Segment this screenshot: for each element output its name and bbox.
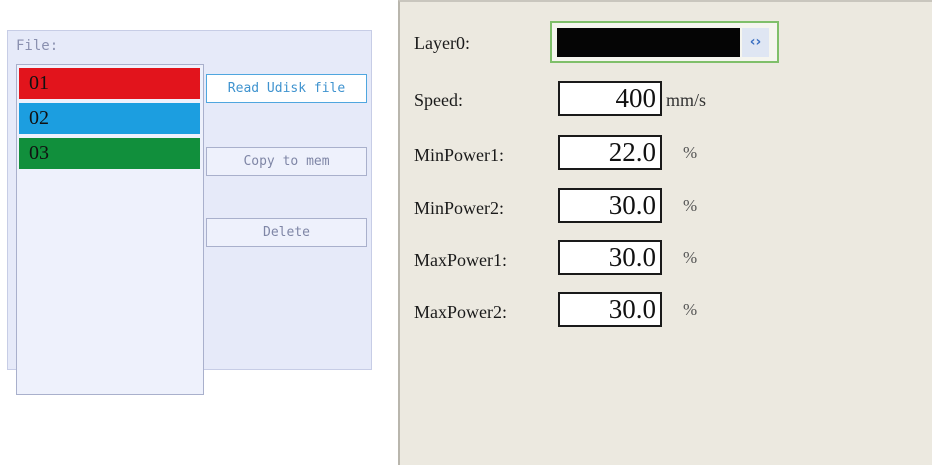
maxpower2-input[interactable]: 30.0 <box>558 292 662 327</box>
maxpower1-label: MaxPower1: <box>414 250 507 270</box>
minpower1-input[interactable]: 22.0 <box>558 135 662 170</box>
maxpower2-unit: % <box>683 300 698 319</box>
layer-label: Layer0: <box>414 33 470 53</box>
minpower1-label: MinPower1: <box>414 145 504 165</box>
list-item-file-03[interactable]: 03 <box>19 138 200 169</box>
file-label: File: <box>16 38 59 54</box>
maxpower1-input[interactable]: 30.0 <box>558 240 662 275</box>
left-right-arrows-icon[interactable]: ‹› <box>742 28 769 57</box>
list-item-file-02[interactable]: 02 <box>19 103 200 134</box>
speed-label: Speed: <box>414 90 463 110</box>
maxpower2-label: MaxPower2: <box>414 302 507 322</box>
copy-to-mem-button[interactable]: Copy to mem <box>206 147 367 176</box>
layer-color-swatch <box>557 28 740 57</box>
minpower2-input[interactable]: 30.0 <box>558 188 662 223</box>
speed-input[interactable]: 400 <box>558 81 662 116</box>
minpower2-label: MinPower2: <box>414 198 504 218</box>
delete-button[interactable]: Delete <box>206 218 367 247</box>
file-list[interactable]: 01 02 03 <box>16 64 204 395</box>
file-dialog: File: 01 02 03 Read Udisk file Copy to m… <box>7 30 372 395</box>
list-item-file-01[interactable]: 01 <box>19 68 200 99</box>
minpower1-unit: % <box>683 143 698 162</box>
layer-select[interactable]: ‹› <box>550 21 779 63</box>
maxpower1-unit: % <box>683 248 698 267</box>
minpower2-unit: % <box>683 196 698 215</box>
read-udisk-file-button[interactable]: Read Udisk file <box>206 74 367 103</box>
layer-params-panel: Layer0: ‹› Speed: 400 mm/s MinPower1: 22… <box>398 0 932 465</box>
speed-unit: mm/s <box>666 90 707 110</box>
